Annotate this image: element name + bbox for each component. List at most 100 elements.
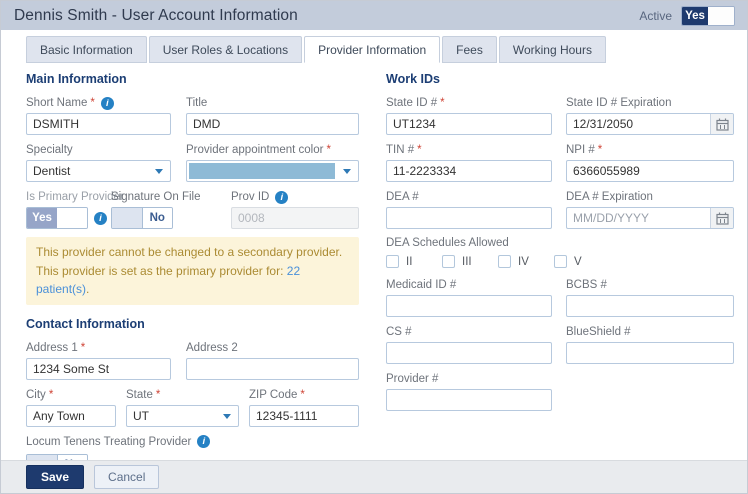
cs-label: CS # bbox=[386, 325, 552, 339]
address2-label: Address 2 bbox=[186, 341, 359, 355]
tab-fees[interactable]: Fees bbox=[442, 36, 497, 63]
required-asterisk: * bbox=[155, 388, 161, 401]
label-text: CS # bbox=[386, 326, 412, 338]
main-information-heading: Main Information bbox=[26, 72, 127, 86]
tin-input[interactable] bbox=[386, 160, 552, 182]
appointment-color-field: Provider appointment color * bbox=[186, 143, 359, 182]
bcbs-input[interactable] bbox=[566, 295, 734, 317]
label-text: Prov ID bbox=[231, 191, 270, 203]
provider-number-input[interactable] bbox=[386, 389, 552, 411]
dea-schedule-iv-checkbox[interactable] bbox=[498, 255, 511, 268]
required-asterisk: * bbox=[300, 388, 305, 401]
npi-field: NPI # * bbox=[566, 143, 734, 182]
warning-text-end: . bbox=[86, 282, 90, 297]
info-icon[interactable]: i bbox=[100, 96, 114, 110]
label-text: Medicaid ID # bbox=[386, 279, 457, 291]
appointment-color-select[interactable] bbox=[186, 160, 359, 182]
dea-schedule-v-checkbox[interactable] bbox=[554, 255, 567, 268]
tab-working-hours[interactable]: Working Hours bbox=[498, 36, 606, 63]
dea-schedules-label: DEA Schedules Allowed bbox=[386, 237, 509, 249]
signature-on-file-label: Signature On File bbox=[111, 190, 231, 204]
state-id-expiration-label: State ID # Expiration bbox=[566, 96, 734, 110]
address2-input[interactable] bbox=[186, 357, 359, 380]
required-asterisk: * bbox=[597, 144, 603, 156]
work-ids-heading: Work IDs bbox=[386, 72, 440, 86]
dea-expiration-label: DEA # Expiration bbox=[566, 190, 734, 204]
field-row: CS # BlueShield # bbox=[386, 325, 734, 364]
zip-code-input[interactable] bbox=[249, 404, 359, 427]
field-row: Provider # bbox=[386, 372, 734, 411]
address1-input[interactable] bbox=[26, 357, 171, 380]
state-id-expiration-input[interactable] bbox=[566, 113, 734, 135]
info-icon[interactable]: i bbox=[275, 190, 289, 204]
field-row: DEA # DEA # Expiration bbox=[386, 190, 734, 229]
dea-schedule-iii-checkbox[interactable] bbox=[442, 255, 455, 268]
dea-schedule-ii: II bbox=[386, 255, 442, 268]
label-text: BlueShield # bbox=[566, 326, 631, 338]
specialty-value: Dentist bbox=[33, 164, 71, 178]
active-toggle[interactable]: Yes bbox=[681, 5, 735, 26]
toggle-no-label: No bbox=[141, 208, 172, 228]
dea-expiration-input[interactable] bbox=[566, 207, 734, 229]
calendar-icon[interactable] bbox=[710, 114, 733, 134]
state-id-input[interactable] bbox=[386, 113, 552, 135]
appointment-color-label: Provider appointment color * bbox=[186, 143, 359, 157]
state-value: UT bbox=[133, 408, 149, 423]
dea-schedule-iv: IV bbox=[498, 255, 554, 268]
medicaid-input[interactable] bbox=[386, 295, 552, 317]
required-asterisk: * bbox=[80, 341, 86, 354]
calendar-icon[interactable] bbox=[710, 208, 733, 228]
state-id-field: State ID # * bbox=[386, 96, 552, 135]
label-text: Title bbox=[186, 97, 208, 109]
tin-field: TIN # * bbox=[386, 143, 552, 182]
locum-tenens-label: Locum Tenens Treating Provider i bbox=[26, 435, 359, 449]
tab-provider-information[interactable]: Provider Information bbox=[304, 36, 441, 63]
signature-on-file-toggle[interactable]: No bbox=[111, 207, 173, 229]
dea-schedule-ii-checkbox[interactable] bbox=[386, 255, 399, 268]
blueshield-input[interactable] bbox=[566, 342, 734, 364]
state-select[interactable]: UT bbox=[126, 404, 239, 427]
warning-text: This provider is set as the primary prov… bbox=[36, 263, 284, 278]
short-name-input[interactable] bbox=[26, 113, 171, 135]
label-text: Locum Tenens Treating Provider bbox=[26, 435, 192, 448]
date-input-wrap bbox=[566, 207, 734, 229]
tab-basic-information[interactable]: Basic Information bbox=[26, 36, 147, 63]
cs-input[interactable] bbox=[386, 342, 552, 364]
field-row: TIN #* NPI #* bbox=[386, 143, 734, 182]
info-icon[interactable]: i bbox=[197, 435, 211, 449]
state-id-label: State ID # * bbox=[386, 96, 552, 110]
cancel-button[interactable]: Cancel bbox=[94, 465, 160, 489]
address1-label: Address 1 * bbox=[26, 341, 171, 355]
dea-input[interactable] bbox=[386, 207, 552, 229]
city-input[interactable] bbox=[26, 404, 116, 427]
provider-number-label: Provider # bbox=[386, 372, 552, 386]
field-row: City* State* UT ZIP Code* bbox=[26, 388, 359, 427]
checkbox-label: III bbox=[462, 255, 472, 268]
active-toggle-off-slot bbox=[708, 6, 734, 25]
bcbs-label: BCBS # bbox=[566, 278, 734, 292]
label-text: Is Primary Provider bbox=[26, 191, 124, 203]
label-text: Provider appointment color bbox=[186, 144, 324, 156]
is-primary-provider-toggle[interactable]: Yes bbox=[26, 207, 88, 229]
active-toggle-yes: Yes bbox=[682, 6, 708, 25]
medicaid-field: Medicaid ID # bbox=[386, 278, 552, 317]
title-input[interactable] bbox=[186, 113, 359, 135]
bcbs-field: BCBS # bbox=[566, 278, 734, 317]
prov-id-label: Prov ID i bbox=[231, 190, 359, 204]
required-asterisk: * bbox=[48, 388, 54, 401]
dea-schedule-v: V bbox=[554, 255, 610, 268]
label-text: Specialty bbox=[26, 144, 73, 156]
dea-schedule-iii: III bbox=[442, 255, 498, 268]
label-text: Address 2 bbox=[186, 341, 238, 354]
specialty-select[interactable]: Dentist bbox=[26, 160, 171, 182]
info-icon[interactable]: i bbox=[94, 211, 107, 225]
tab-user-roles-locations[interactable]: User Roles & Locations bbox=[148, 36, 303, 63]
npi-input[interactable] bbox=[566, 160, 734, 182]
short-name-label: Short Name * i bbox=[26, 96, 171, 110]
label-text: TIN # bbox=[386, 144, 415, 156]
field-row: Address 1* Address 2 bbox=[26, 341, 359, 380]
save-button[interactable]: Save bbox=[26, 465, 85, 489]
field-row: Specialty Dentist Provider appointment c… bbox=[26, 143, 359, 182]
city-label: City * bbox=[26, 388, 116, 402]
cs-field: CS # bbox=[386, 325, 552, 364]
